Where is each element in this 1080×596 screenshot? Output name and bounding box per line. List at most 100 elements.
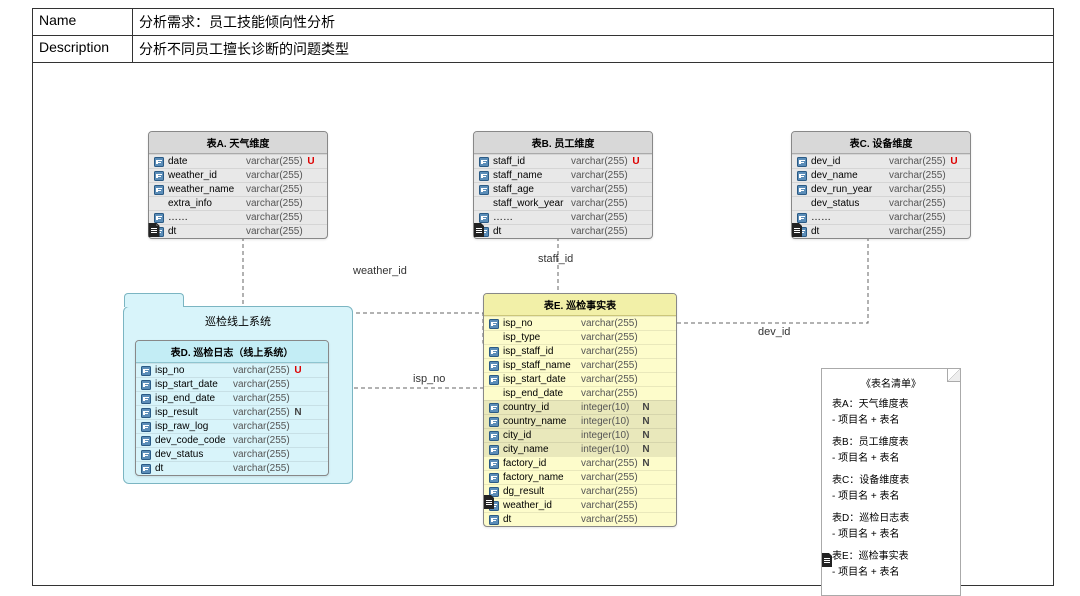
note-item: 表E：巡检事实表- 项目名 + 表名 bbox=[832, 549, 950, 581]
key-icon bbox=[153, 213, 165, 223]
note-item: 表D：巡检日志表- 项目名 + 表名 bbox=[832, 511, 950, 543]
blank-icon bbox=[488, 389, 500, 399]
column-name: date bbox=[168, 156, 246, 167]
header-desc-value: 分析不同员工擅长诊断的问题类型 bbox=[133, 36, 1053, 62]
column-name: dt bbox=[811, 226, 889, 237]
folder-title: 巡检线上系统 bbox=[124, 307, 352, 335]
column-flag: N bbox=[639, 430, 653, 441]
key-icon bbox=[488, 515, 500, 525]
column-type: varchar(255) bbox=[581, 318, 639, 329]
column-type: varchar(255) bbox=[246, 212, 304, 223]
column-type: varchar(255) bbox=[889, 170, 947, 181]
table-row: factory_idvarchar(255)N bbox=[484, 456, 676, 470]
column-name: isp_staff_name bbox=[503, 360, 581, 371]
note-item-title: 表D：巡检日志表 bbox=[832, 511, 950, 527]
column-flag: U bbox=[947, 156, 961, 167]
key-icon bbox=[478, 213, 490, 223]
table-row: dev_idvarchar(255)U bbox=[792, 154, 970, 168]
column-name: factory_name bbox=[503, 472, 581, 483]
table-d-title: 表D. 巡检日志（线上系统） bbox=[136, 341, 328, 363]
column-name: staff_id bbox=[493, 156, 571, 167]
column-name: dt bbox=[493, 226, 571, 237]
header-desc-row: Description 分析不同员工擅长诊断的问题类型 bbox=[33, 36, 1053, 63]
table-row: isp_typevarchar(255) bbox=[484, 330, 676, 344]
note-items: 表A：天气维度表- 项目名 + 表名表B：员工维度表- 项目名 + 表名表C：设… bbox=[832, 397, 950, 581]
column-flag: N bbox=[639, 444, 653, 455]
document-icon bbox=[791, 223, 803, 237]
column-type: varchar(255) bbox=[233, 449, 291, 460]
column-name: dev_code_code bbox=[155, 435, 233, 446]
key-icon bbox=[478, 157, 490, 167]
blank-icon bbox=[478, 199, 490, 209]
table-e-title: 表E. 巡检事实表 bbox=[484, 294, 676, 316]
folder-tab bbox=[124, 293, 184, 307]
table-row: ……varchar(255) bbox=[792, 210, 970, 224]
table-row: dtvarchar(255) bbox=[136, 461, 328, 475]
column-name: city_name bbox=[503, 444, 581, 455]
table-row: staff_work_yearvarchar(255) bbox=[474, 196, 652, 210]
edge-label-dev: dev_id bbox=[758, 326, 790, 338]
key-icon bbox=[488, 431, 500, 441]
column-type: varchar(255) bbox=[889, 156, 947, 167]
key-icon bbox=[140, 422, 152, 432]
column-name: …… bbox=[493, 212, 571, 223]
document-icon bbox=[821, 553, 833, 567]
table-row: ……varchar(255) bbox=[474, 210, 652, 224]
column-type: varchar(255) bbox=[246, 226, 304, 237]
table-row: datevarchar(255)U bbox=[149, 154, 327, 168]
table-row: dtvarchar(255) bbox=[792, 224, 970, 238]
column-type: varchar(255) bbox=[233, 435, 291, 446]
column-type: integer(10) bbox=[581, 444, 639, 455]
column-name: dev_run_year bbox=[811, 184, 889, 195]
column-name: staff_age bbox=[493, 184, 571, 195]
column-name: weather_id bbox=[503, 500, 581, 511]
table-row: isp_novarchar(255)U bbox=[136, 363, 328, 377]
note-title: 《表名清单》 bbox=[832, 377, 950, 393]
key-icon bbox=[140, 380, 152, 390]
header-name-value: 分析需求：员工技能倾向性分析 bbox=[133, 9, 1053, 35]
table-row: country_nameinteger(10)N bbox=[484, 414, 676, 428]
table-row: dev_run_yearvarchar(255) bbox=[792, 182, 970, 196]
table-row: staff_namevarchar(255) bbox=[474, 168, 652, 182]
note-table-list: 《表名清单》 表A：天气维度表- 项目名 + 表名表B：员工维度表- 项目名 +… bbox=[821, 368, 961, 596]
table-a: 表A. 天气维度 datevarchar(255)Uweather_idvarc… bbox=[148, 131, 328, 239]
table-row: dev_statusvarchar(255) bbox=[136, 447, 328, 461]
column-name: …… bbox=[168, 212, 246, 223]
column-name: dev_status bbox=[811, 198, 889, 209]
key-icon bbox=[488, 319, 500, 329]
column-type: integer(10) bbox=[581, 416, 639, 427]
table-row: dev_code_codevarchar(255) bbox=[136, 433, 328, 447]
column-type: varchar(255) bbox=[246, 184, 304, 195]
column-name: isp_no bbox=[155, 365, 233, 376]
key-icon bbox=[140, 450, 152, 460]
column-name: weather_name bbox=[168, 184, 246, 195]
document-icon bbox=[148, 223, 160, 237]
column-name: dt bbox=[168, 226, 246, 237]
column-type: varchar(255) bbox=[246, 170, 304, 181]
table-row: country_idinteger(10)N bbox=[484, 400, 676, 414]
column-type: varchar(255) bbox=[233, 393, 291, 404]
note-item-title: 表E：巡检事实表 bbox=[832, 549, 950, 565]
table-row: staff_idvarchar(255)U bbox=[474, 154, 652, 168]
table-row: city_idinteger(10)N bbox=[484, 428, 676, 442]
column-type: varchar(255) bbox=[233, 407, 291, 418]
key-icon bbox=[488, 375, 500, 385]
header-desc-label: Description bbox=[33, 36, 133, 62]
key-icon bbox=[140, 394, 152, 404]
column-type: varchar(255) bbox=[889, 184, 947, 195]
column-name: dt bbox=[155, 463, 233, 474]
column-flag: U bbox=[629, 156, 643, 167]
key-icon bbox=[153, 185, 165, 195]
column-type: integer(10) bbox=[581, 402, 639, 413]
column-name: isp_start_date bbox=[503, 374, 581, 385]
column-name: isp_end_date bbox=[155, 393, 233, 404]
note-item-title: 表A：天气维度表 bbox=[832, 397, 950, 413]
column-type: varchar(255) bbox=[889, 226, 947, 237]
key-icon bbox=[140, 366, 152, 376]
column-type: integer(10) bbox=[581, 430, 639, 441]
table-b-title: 表B. 员工维度 bbox=[474, 132, 652, 154]
column-type: varchar(255) bbox=[571, 170, 629, 181]
table-row: staff_agevarchar(255) bbox=[474, 182, 652, 196]
table-row: ……varchar(255) bbox=[149, 210, 327, 224]
column-flag: N bbox=[291, 407, 305, 418]
